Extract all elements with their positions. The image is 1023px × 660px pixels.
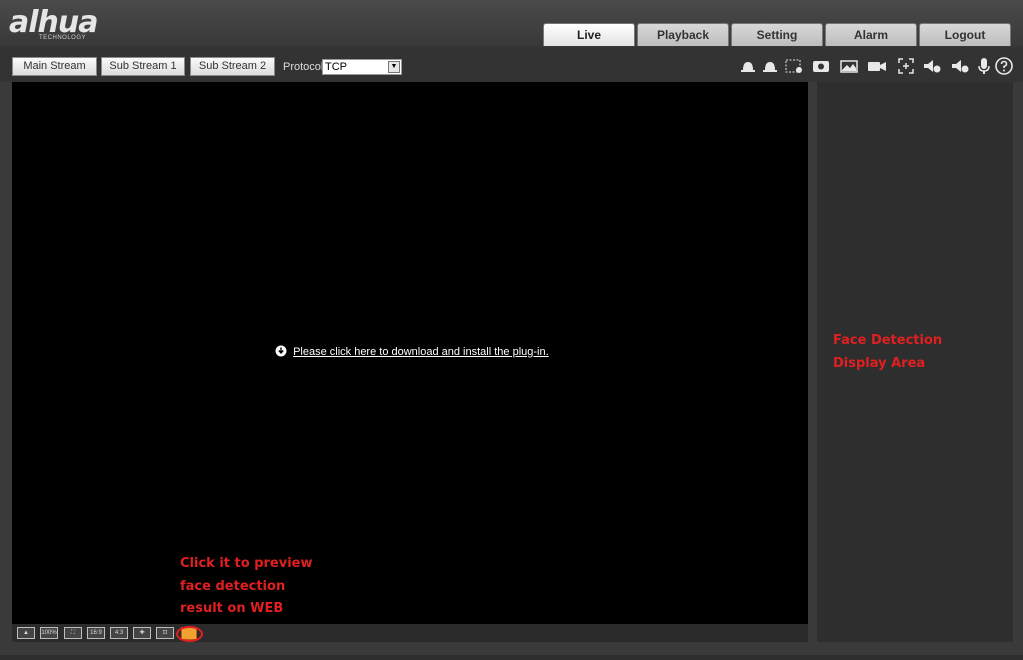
panel-annotation-line-1: Face Detection bbox=[833, 333, 943, 348]
download-icon bbox=[275, 345, 287, 357]
tab-logout[interactable]: Logout bbox=[919, 23, 1011, 46]
fit-icon[interactable]: ⛶ bbox=[64, 627, 82, 639]
zoom-100-icon[interactable]: 100% bbox=[40, 627, 58, 639]
main-stream-button[interactable]: Main Stream bbox=[12, 57, 97, 76]
sub-stream-2-button[interactable]: Sub Stream 2 bbox=[190, 57, 275, 76]
audio-out-icon[interactable] bbox=[922, 56, 942, 76]
record-icon[interactable] bbox=[867, 56, 887, 76]
ratio-16-9-icon[interactable]: 16:9 bbox=[87, 627, 105, 639]
zoom-icon[interactable] bbox=[896, 56, 916, 76]
tab-alarm[interactable]: Alarm bbox=[825, 23, 917, 46]
logo: alhua TECHNOLOGY bbox=[9, 6, 129, 44]
region-focus-icon[interactable] bbox=[784, 56, 804, 76]
alarm-out-2-icon[interactable] bbox=[760, 56, 780, 76]
video-bottom-bar: ▲ 100% ⛶ 16:9 4:3 ✚ ⊡ bbox=[12, 624, 808, 642]
tab-playback[interactable]: Playback bbox=[637, 23, 729, 46]
alarm-out-1-icon[interactable] bbox=[738, 56, 758, 76]
local-zoom-icon[interactable]: ⊡ bbox=[156, 627, 174, 639]
ptz-icon[interactable]: ✚ bbox=[133, 627, 151, 639]
plugin-link-text[interactable]: Please click here to download and instal… bbox=[293, 346, 549, 358]
sub-stream-1-button[interactable]: Sub Stream 1 bbox=[101, 57, 185, 76]
audio-in-icon[interactable] bbox=[950, 56, 970, 76]
plugin-download-link[interactable]: Please click here to download and instal… bbox=[275, 345, 549, 358]
image-adjust-icon[interactable] bbox=[839, 56, 859, 76]
snapshot-icon[interactable] bbox=[811, 56, 831, 76]
preview-annotation-line-3: result on WEB bbox=[180, 601, 284, 616]
tab-live[interactable]: Live bbox=[543, 23, 635, 46]
protocol-select[interactable]: TCP ▼ bbox=[322, 59, 402, 75]
fullscreen-icon[interactable]: ▲ bbox=[17, 627, 35, 639]
preview-annotation: Click it to preview face detection resul… bbox=[180, 553, 313, 621]
protocol-label: Protocol bbox=[283, 61, 324, 73]
panel-annotation-line-2: Display Area bbox=[833, 355, 926, 371]
logo-subtext: TECHNOLOGY bbox=[39, 35, 87, 41]
footer bbox=[0, 655, 1023, 660]
ratio-4-3-icon[interactable]: 4:3 bbox=[110, 627, 128, 639]
tab-setting[interactable]: Setting bbox=[731, 23, 823, 46]
microphone-icon[interactable] bbox=[974, 56, 994, 76]
preview-annotation-line-2: face detection bbox=[180, 578, 286, 594]
panel-annotation: Face Detection Display Area bbox=[833, 330, 942, 375]
protocol-value: TCP bbox=[325, 61, 347, 73]
preview-annotation-line-1: Click it to preview bbox=[180, 556, 313, 571]
chevron-down-icon[interactable]: ▼ bbox=[388, 61, 400, 73]
header: alhua TECHNOLOGY Live Playback Setting A… bbox=[0, 0, 1023, 47]
highlight-ring bbox=[176, 626, 203, 642]
help-icon[interactable] bbox=[994, 56, 1014, 76]
